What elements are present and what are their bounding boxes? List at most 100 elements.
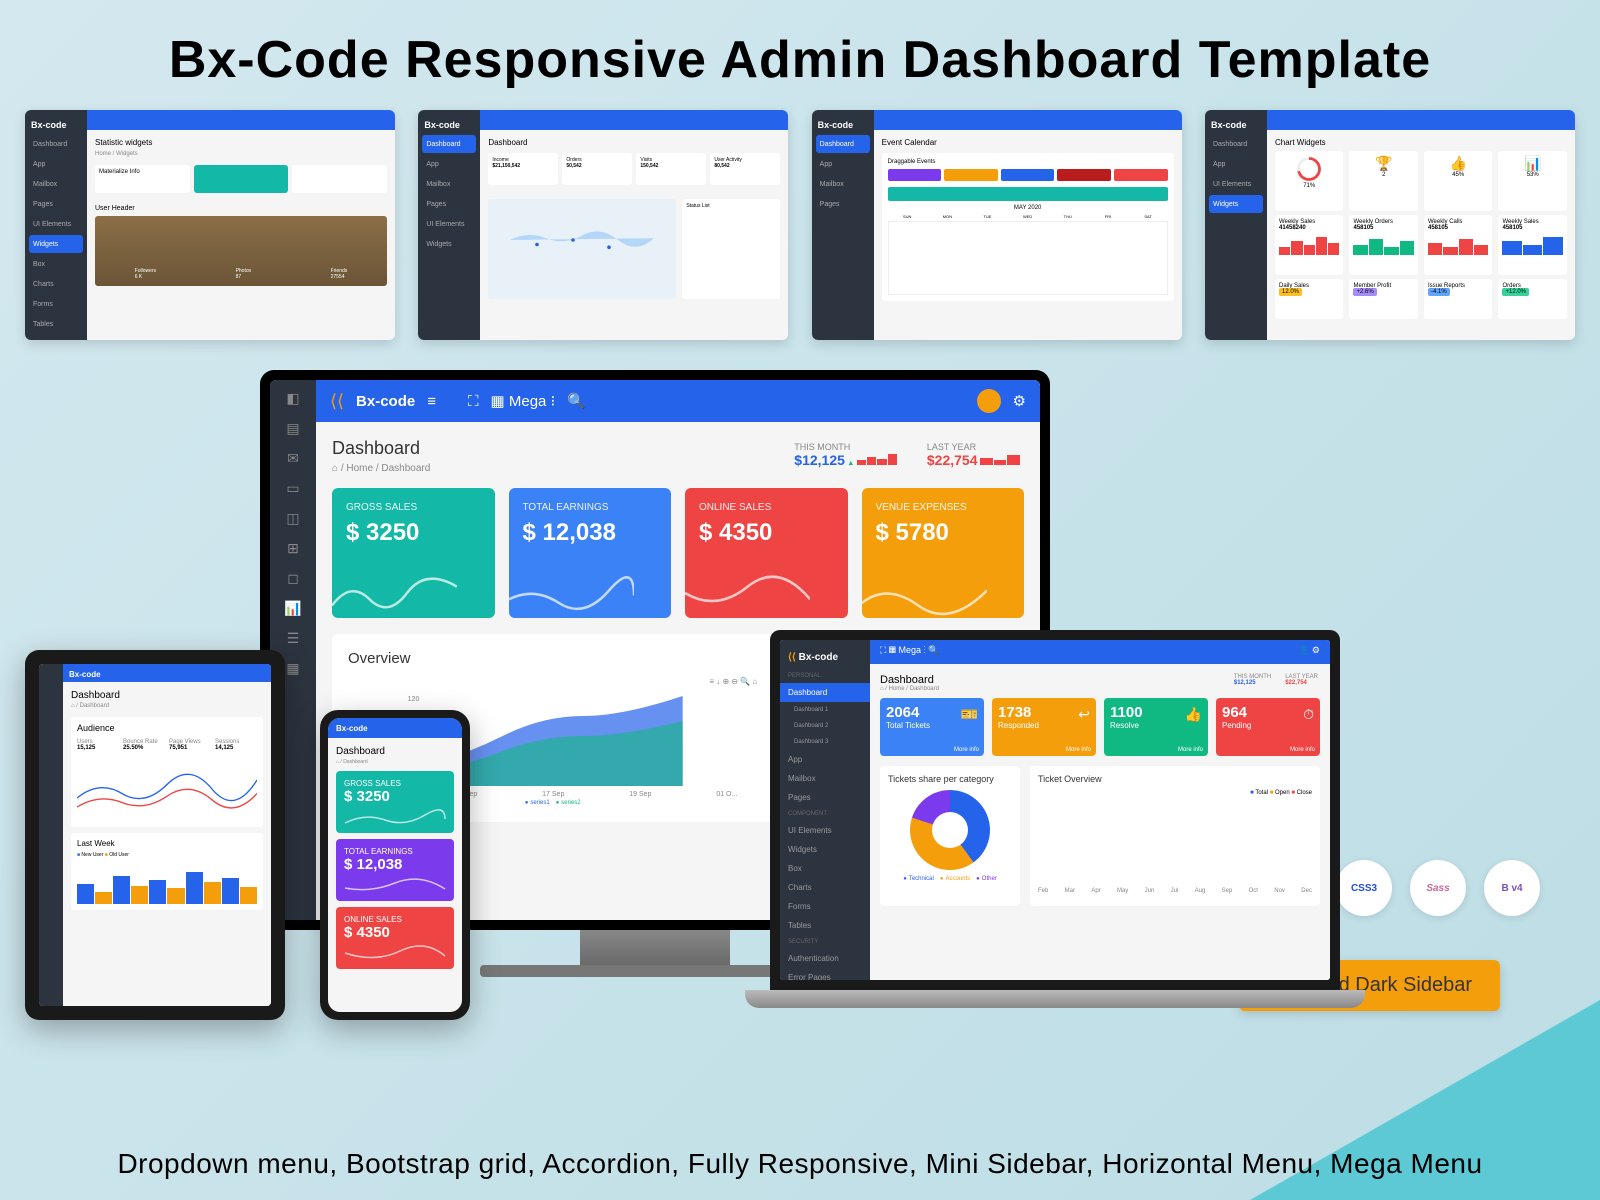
hero-stat: Friends27554 [331, 268, 348, 280]
sidebar-item[interactable]: UI Elements [780, 821, 870, 840]
stat: Users15,125 [77, 739, 119, 751]
sidebar-item[interactable]: Forms [780, 897, 870, 916]
tablet-header: Bx-code [63, 664, 271, 682]
stat-card: Visits150,542 [636, 153, 706, 185]
sidebar-item-dashboard[interactable]: Dashboard [780, 683, 870, 702]
phone-mockup: Bx-code Dashboard ⌂ / Dashboard GROSS SA… [320, 710, 470, 1020]
breadcrumb: ⌂ / Dashboard [71, 703, 263, 709]
bootstrap-badge: B v4 [1484, 860, 1540, 916]
sass-badge: Sass [1410, 860, 1466, 916]
day-header: TUE [968, 214, 1007, 219]
sidebar-item: UI Elements [422, 215, 476, 233]
sidebar-subitem[interactable]: Dashboard 1 [780, 702, 870, 718]
thumbnail-header [87, 110, 395, 130]
app-icon[interactable]: ▤ [284, 420, 302, 438]
sidebar-subitem[interactable]: Dashboard 2 [780, 718, 870, 734]
thumbnail-header [1267, 110, 1575, 130]
search-icon[interactable]: 🔍 [567, 392, 586, 410]
widget-icon[interactable]: ⊞ [284, 540, 302, 558]
world-map [488, 199, 676, 299]
sidebar-item[interactable]: Box [780, 859, 870, 878]
sidebar-item[interactable]: Pages [780, 788, 870, 807]
sidebar-item-active: Dashboard [816, 135, 870, 153]
weekly-card: Weekly Sales458105 [1498, 215, 1567, 275]
sidebar-item: UI Elements [29, 215, 83, 233]
stat-card: User Activity80,542 [710, 153, 780, 185]
sidebar-item[interactable]: App [780, 750, 870, 769]
last-week-title: Last Week [77, 839, 257, 848]
chart-icon[interactable]: 📊 [284, 600, 302, 618]
daily-card: Orders+12.0% [1498, 279, 1567, 319]
mail-icon[interactable]: ✉ [284, 450, 302, 468]
pages-icon[interactable]: ▭ [284, 480, 302, 498]
stat-card-total-earnings: TOTAL EARNINGS $ 12,038 [509, 488, 672, 618]
sidebar-item[interactable]: Charts [780, 878, 870, 897]
day-header: SUN [888, 214, 927, 219]
page-title: Bx-Code Responsive Admin Dashboard Templ… [0, 0, 1600, 110]
phone-header: Bx-code [328, 718, 462, 738]
status-card: Status List [682, 199, 780, 299]
logo-icon: ⟨⟨ [330, 391, 344, 412]
box-icon[interactable]: ◻ [284, 570, 302, 588]
bar-chart-card: Ticket Overview ■ Total ■ Open ■ Close [1030, 766, 1320, 906]
event-chip [1057, 169, 1111, 181]
sidebar-item[interactable]: Error Pages [780, 968, 870, 980]
sidebar-item: Box [29, 255, 83, 273]
draggable-label: Draggable Events [888, 159, 1168, 165]
sidebar-item[interactable]: Mailbox [780, 769, 870, 788]
thumbnail-charts: Bx-code Dashboard App UI Elements Widget… [1205, 110, 1575, 340]
breadcrumb: Home / Widgets [95, 151, 387, 157]
brand-text: Bx-code [356, 393, 415, 410]
breadcrumb: ⌂ / Dashboard [336, 759, 454, 765]
sidebar-item: App [29, 155, 83, 173]
weekly-card: Weekly Orders458105 [1349, 215, 1418, 275]
sidebar-item: Mailbox [422, 175, 476, 193]
more-info-link[interactable]: More info [1178, 747, 1203, 753]
form-icon[interactable]: ☰ [284, 630, 302, 648]
features-text: Dropdown menu, Bootstrap grid, Accordion… [0, 1148, 1600, 1180]
day-header: WED [1008, 214, 1047, 219]
info-card [292, 165, 387, 193]
logout-icon[interactable]: ⚙ [1013, 392, 1026, 410]
progress-card: 🏆 2 [1349, 151, 1418, 211]
sidebar-item: Dashboard [1209, 135, 1263, 153]
thumbnail-dashboard: Bx-code Dashboard App Mailbox Pages UI E… [418, 110, 788, 340]
stat: Bounce Rate25.50% [123, 739, 165, 751]
event-chip [888, 169, 942, 181]
sidebar-item[interactable]: Widgets [780, 840, 870, 859]
svg-text:120: 120 [408, 696, 420, 703]
progress-card: 71% [1275, 151, 1344, 211]
laptop-mockup: ⟨⟨ Bx-code PERSONAL Dashboard Dashboard … [745, 630, 1365, 1030]
table-icon[interactable]: ▦ [284, 660, 302, 678]
sidebar-item: App [1209, 155, 1263, 173]
brand-logo: Bx-code [25, 116, 87, 134]
more-info-link[interactable]: More info [1066, 747, 1091, 753]
sidebar-item: UI Elements [1209, 175, 1263, 193]
bar-chart [1038, 796, 1312, 886]
day-header: FRI [1088, 214, 1127, 219]
more-info-link[interactable]: More info [954, 747, 979, 753]
phone-stat-card: TOTAL EARNINGS $ 12,038 [336, 839, 454, 901]
sidebar-subitem[interactable]: Dashboard 3 [780, 734, 870, 750]
donut-chart [910, 790, 990, 870]
sidebar-item[interactable]: Tables [780, 916, 870, 935]
menu-icon[interactable]: ≡ [427, 393, 436, 410]
avatar-icon[interactable] [977, 389, 1001, 413]
sidebar-item: Pages [29, 195, 83, 213]
laptop-sidebar: ⟨⟨ Bx-code PERSONAL Dashboard Dashboard … [780, 640, 870, 980]
thumbnail-calendar: Bx-code Dashboard App Mailbox Pages Even… [812, 110, 1182, 340]
hero-stat: Photos87 [236, 268, 252, 280]
sidebar-item[interactable]: Authentication [780, 949, 870, 968]
header-stat: LAST YEAR $22,754 [927, 442, 1020, 468]
breadcrumb: ⌂ / Home / Dashboard [880, 686, 1320, 692]
ui-icon[interactable]: ◫ [284, 510, 302, 528]
more-info-link[interactable]: More info [1290, 747, 1315, 753]
thumbnail-widgets: Bx-code Dashboard App Mailbox Pages UI E… [25, 110, 395, 340]
fullscreen-icon[interactable]: ⛶ [468, 393, 479, 410]
section-title: User Header [95, 205, 387, 212]
tablet-mockup: Bx-code Dashboard ⌂ / Dashboard Audience… [25, 650, 285, 1020]
dashboard-icon[interactable]: ◧ [284, 390, 302, 408]
stat-card: Income$21,150,542 [488, 153, 558, 185]
mega-menu-button[interactable]: ▦ Mega ⁝ [491, 392, 556, 410]
thumbnail-header [874, 110, 1182, 130]
